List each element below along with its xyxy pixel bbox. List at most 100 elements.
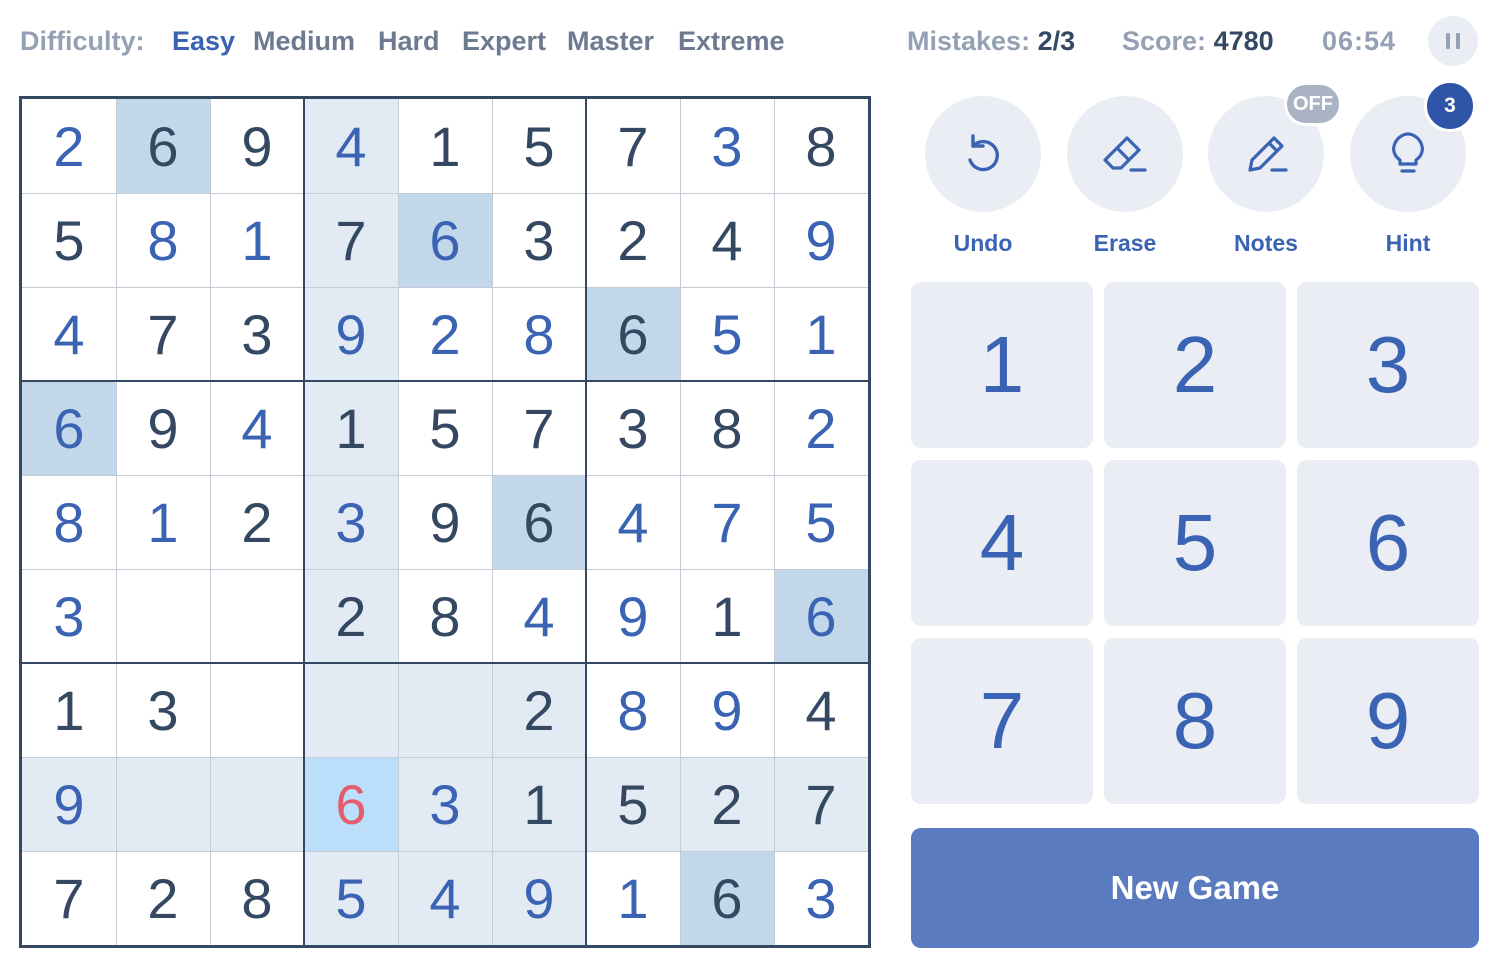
cell-r7c8[interactable]: 9 (680, 663, 774, 757)
cell-r9c2[interactable]: 2 (116, 851, 210, 945)
cell-r3c2[interactable]: 7 (116, 287, 210, 381)
cell-r1c1[interactable]: 2 (22, 99, 116, 193)
cell-r4c8[interactable]: 8 (680, 381, 774, 475)
cell-r6c5[interactable]: 8 (398, 569, 492, 663)
numpad-key-1[interactable]: 1 (911, 282, 1093, 448)
cell-r6c9[interactable]: 6 (774, 569, 868, 663)
difficulty-easy[interactable]: Easy (172, 22, 235, 60)
cell-r2c2[interactable]: 8 (116, 193, 210, 287)
difficulty-hard[interactable]: Hard (378, 22, 440, 60)
cell-r7c1[interactable]: 1 (22, 663, 116, 757)
numpad-key-2[interactable]: 2 (1104, 282, 1286, 448)
difficulty-medium[interactable]: Medium (253, 22, 355, 60)
cell-r5c2[interactable]: 1 (116, 475, 210, 569)
cell-r3c7[interactable]: 6 (586, 287, 680, 381)
cell-r6c3[interactable] (210, 569, 304, 663)
cell-r6c7[interactable]: 9 (586, 569, 680, 663)
cell-r6c1[interactable]: 3 (22, 569, 116, 663)
cell-r7c3[interactable] (210, 663, 304, 757)
numpad-key-5[interactable]: 5 (1104, 460, 1286, 626)
cell-r1c5[interactable]: 1 (398, 99, 492, 193)
cell-r8c6[interactable]: 1 (492, 757, 586, 851)
cell-r5c6[interactable]: 6 (492, 475, 586, 569)
cell-r1c7[interactable]: 7 (586, 99, 680, 193)
difficulty-master[interactable]: Master (567, 22, 654, 60)
cell-r3c4[interactable]: 9 (304, 287, 398, 381)
cell-r2c5[interactable]: 6 (398, 193, 492, 287)
cell-r1c2[interactable]: 6 (116, 99, 210, 193)
undo-button[interactable]: Undo (925, 96, 1041, 258)
cell-r7c7[interactable]: 8 (586, 663, 680, 757)
cell-r6c6[interactable]: 4 (492, 569, 586, 663)
cell-r2c1[interactable]: 5 (22, 193, 116, 287)
cell-r8c1[interactable]: 9 (22, 757, 116, 851)
cell-r1c3[interactable]: 9 (210, 99, 304, 193)
cell-r3c3[interactable]: 3 (210, 287, 304, 381)
numpad-key-9[interactable]: 9 (1297, 638, 1479, 804)
cell-r8c7[interactable]: 5 (586, 757, 680, 851)
numpad-key-4[interactable]: 4 (911, 460, 1093, 626)
cell-r9c6[interactable]: 9 (492, 851, 586, 945)
cell-r9c8[interactable]: 6 (680, 851, 774, 945)
new-game-button[interactable]: New Game (911, 828, 1479, 948)
cell-r4c4[interactable]: 1 (304, 381, 398, 475)
numpad-key-6[interactable]: 6 (1297, 460, 1479, 626)
cell-r5c8[interactable]: 7 (680, 475, 774, 569)
cell-r2c9[interactable]: 9 (774, 193, 868, 287)
cell-r6c8[interactable]: 1 (680, 569, 774, 663)
cell-r5c9[interactable]: 5 (774, 475, 868, 569)
cell-r5c5[interactable]: 9 (398, 475, 492, 569)
cell-r3c6[interactable]: 8 (492, 287, 586, 381)
cell-r5c3[interactable]: 2 (210, 475, 304, 569)
cell-r7c5[interactable] (398, 663, 492, 757)
cell-r3c1[interactable]: 4 (22, 287, 116, 381)
cell-r4c2[interactable]: 9 (116, 381, 210, 475)
cell-r5c1[interactable]: 8 (22, 475, 116, 569)
cell-r2c3[interactable]: 1 (210, 193, 304, 287)
cell-r4c3[interactable]: 4 (210, 381, 304, 475)
cell-r9c7[interactable]: 1 (586, 851, 680, 945)
numpad-key-7[interactable]: 7 (911, 638, 1093, 804)
cell-r1c6[interactable]: 5 (492, 99, 586, 193)
cell-r2c7[interactable]: 2 (586, 193, 680, 287)
cell-r8c5[interactable]: 3 (398, 757, 492, 851)
cell-r3c9[interactable]: 1 (774, 287, 868, 381)
cell-r8c4[interactable]: 6 (304, 757, 398, 851)
cell-r2c6[interactable]: 3 (492, 193, 586, 287)
difficulty-expert[interactable]: Expert (462, 22, 546, 60)
cell-r8c2[interactable] (116, 757, 210, 851)
cell-r7c9[interactable]: 4 (774, 663, 868, 757)
cell-r5c4[interactable]: 3 (304, 475, 398, 569)
cell-r8c3[interactable] (210, 757, 304, 851)
cell-r1c9[interactable]: 8 (774, 99, 868, 193)
cell-r4c1[interactable]: 6 (22, 381, 116, 475)
cell-r7c6[interactable]: 2 (492, 663, 586, 757)
cell-r4c9[interactable]: 2 (774, 381, 868, 475)
cell-r8c8[interactable]: 2 (680, 757, 774, 851)
numpad-key-8[interactable]: 8 (1104, 638, 1286, 804)
cell-r3c5[interactable]: 2 (398, 287, 492, 381)
cell-r4c6[interactable]: 7 (492, 381, 586, 475)
cell-r9c9[interactable]: 3 (774, 851, 868, 945)
cell-r2c4[interactable]: 7 (304, 193, 398, 287)
cell-r4c7[interactable]: 3 (586, 381, 680, 475)
cell-r9c4[interactable]: 5 (304, 851, 398, 945)
cell-r9c3[interactable]: 8 (210, 851, 304, 945)
cell-r7c2[interactable]: 3 (116, 663, 210, 757)
pause-button[interactable] (1428, 16, 1478, 66)
cell-r6c2[interactable] (116, 569, 210, 663)
cell-r3c8[interactable]: 5 (680, 287, 774, 381)
cell-r1c4[interactable]: 4 (304, 99, 398, 193)
cell-r1c8[interactable]: 3 (680, 99, 774, 193)
cell-r4c5[interactable]: 5 (398, 381, 492, 475)
cell-r2c8[interactable]: 4 (680, 193, 774, 287)
cell-r6c4[interactable]: 2 (304, 569, 398, 663)
cell-r7c4[interactable] (304, 663, 398, 757)
cell-r5c7[interactable]: 4 (586, 475, 680, 569)
numpad-key-3[interactable]: 3 (1297, 282, 1479, 448)
cell-r9c1[interactable]: 7 (22, 851, 116, 945)
difficulty-extreme[interactable]: Extreme (678, 22, 785, 60)
cell-r9c5[interactable]: 4 (398, 851, 492, 945)
cell-r8c9[interactable]: 7 (774, 757, 868, 851)
erase-button[interactable]: Erase (1067, 96, 1183, 258)
